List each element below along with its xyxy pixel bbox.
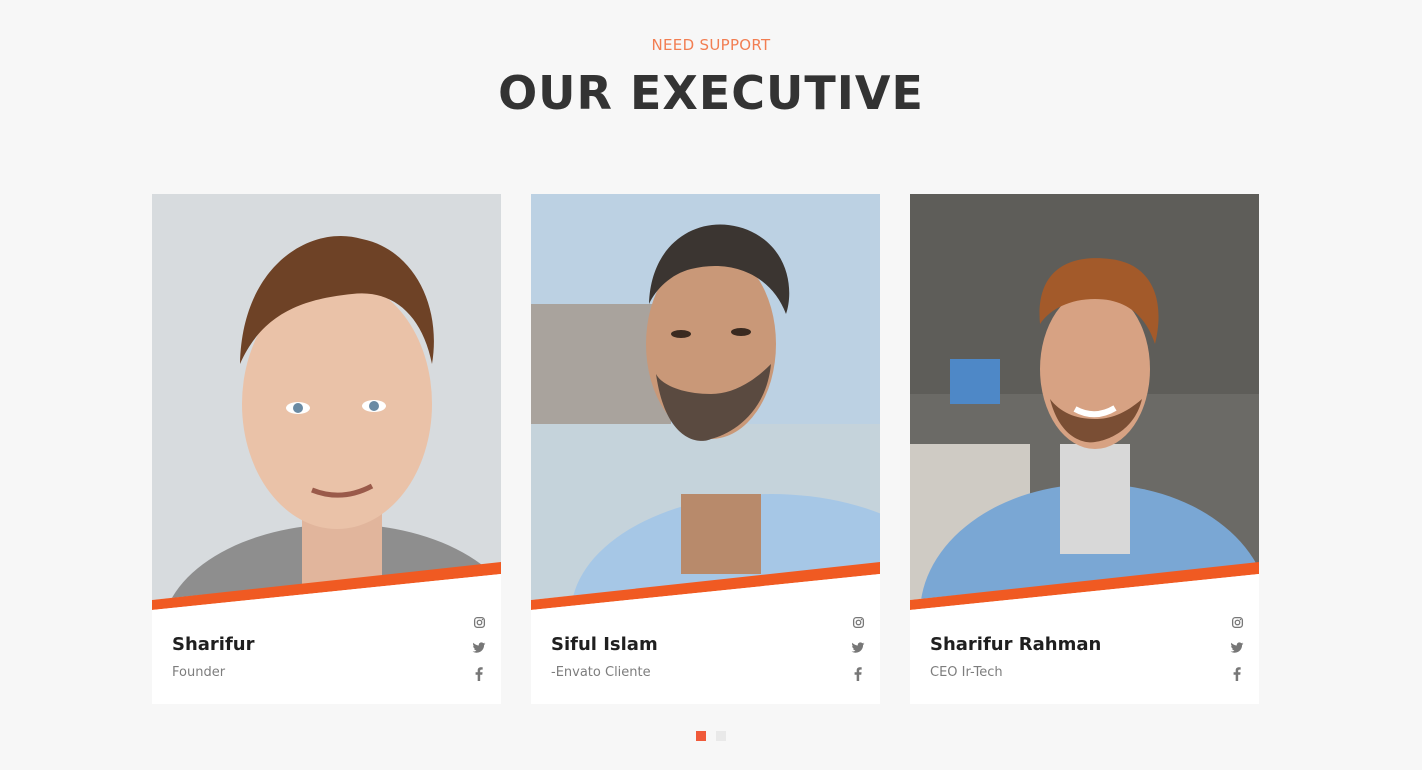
facebook-icon[interactable]: [471, 666, 487, 682]
carousel-dot-1[interactable]: [696, 731, 706, 741]
twitter-icon[interactable]: [471, 640, 487, 656]
member-name: Sharifur Rahman: [930, 634, 1102, 655]
member-role: -Envato Cliente: [551, 665, 651, 680]
team-card: Sharifur Rahman CEO Ir-Tech: [910, 194, 1259, 704]
carousel-dot-2[interactable]: [716, 731, 726, 741]
team-card: Siful Islam -Envato Cliente: [531, 194, 880, 704]
carousel-pagination: [0, 731, 1422, 741]
orange-accent-stripe: [531, 554, 880, 624]
orange-accent-stripe: [910, 554, 1259, 624]
social-links: [850, 614, 866, 682]
section-title: OUR EXECUTIVE: [498, 66, 924, 120]
facebook-icon[interactable]: [1229, 666, 1245, 682]
twitter-icon[interactable]: [1229, 640, 1245, 656]
team-card: Sharifur Founder: [152, 194, 501, 704]
member-photo: [531, 194, 880, 610]
member-name: Sharifur: [172, 634, 255, 655]
instagram-icon[interactable]: [471, 614, 487, 630]
member-photo: [152, 194, 501, 610]
instagram-icon[interactable]: [1229, 614, 1245, 630]
team-carousel: Sharifur Founder Siful Islam -Envato Cli…: [152, 194, 1259, 704]
member-role: Founder: [172, 665, 226, 680]
twitter-icon[interactable]: [850, 640, 866, 656]
facebook-icon[interactable]: [850, 666, 866, 682]
social-links: [1229, 614, 1245, 682]
member-name: Siful Islam: [551, 634, 658, 655]
member-role: CEO Ir-Tech: [930, 665, 1003, 680]
section-eyebrow: NEED SUPPORT: [651, 36, 771, 54]
orange-accent-stripe: [152, 554, 501, 624]
member-photo: [910, 194, 1259, 610]
social-links: [471, 614, 487, 682]
instagram-icon[interactable]: [850, 614, 866, 630]
